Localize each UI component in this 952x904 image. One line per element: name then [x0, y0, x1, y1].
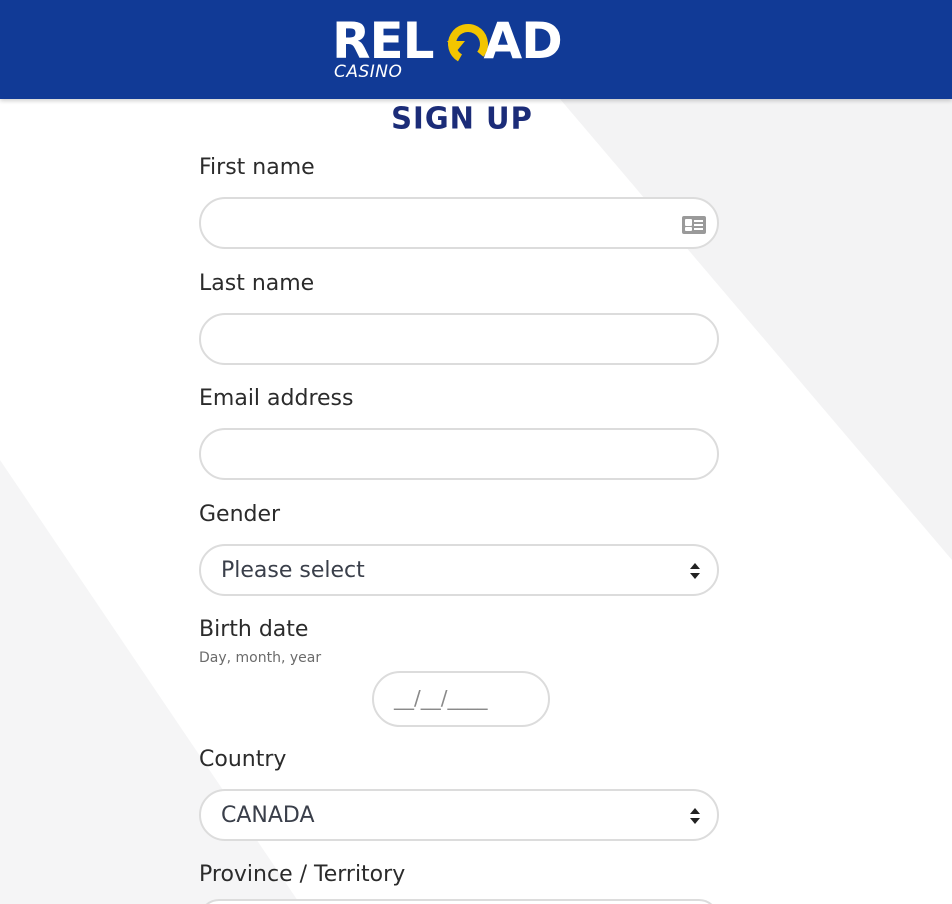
reload-arrow-icon [447, 24, 488, 64]
gender-selected-value: Please select [221, 558, 365, 583]
id-card-icon [682, 216, 706, 234]
birth-date-label: Birth date [199, 617, 309, 642]
birth-date-mask: __/__/____ [394, 686, 488, 710]
birth-date-field[interactable]: __/__/____ [372, 671, 550, 727]
logo-subtitle: CASINO [334, 62, 403, 82]
first-name-field[interactable] [199, 197, 719, 249]
email-input[interactable] [221, 430, 665, 480]
first-name-label: First name [199, 155, 315, 180]
email-label: Email address [199, 386, 354, 411]
sort-arrows-icon [690, 563, 700, 579]
gender-label: Gender [199, 502, 281, 527]
signup-page: REL AD CASINO SIGN UP First name Last nam… [0, 0, 952, 904]
page-title: SIGN UP [391, 100, 533, 136]
last-name-label: Last name [199, 271, 315, 296]
sort-arrows-icon [690, 808, 700, 824]
first-name-input[interactable] [221, 199, 665, 249]
last-name-field[interactable] [199, 313, 719, 365]
country-selected-value: CANADA [221, 803, 315, 828]
gender-select[interactable]: Please select [199, 544, 719, 596]
province-label: Province / Territory [199, 862, 406, 887]
site-header: REL AD CASINO [0, 0, 952, 99]
email-field[interactable] [199, 428, 719, 480]
country-select[interactable]: CANADA [199, 789, 719, 841]
country-label: Country [199, 747, 287, 772]
birth-date-hint: Day, month, year [199, 650, 322, 666]
reload-casino-logo[interactable]: REL AD CASINO [332, 14, 592, 86]
last-name-input[interactable] [221, 315, 665, 365]
province-select[interactable] [199, 899, 719, 904]
